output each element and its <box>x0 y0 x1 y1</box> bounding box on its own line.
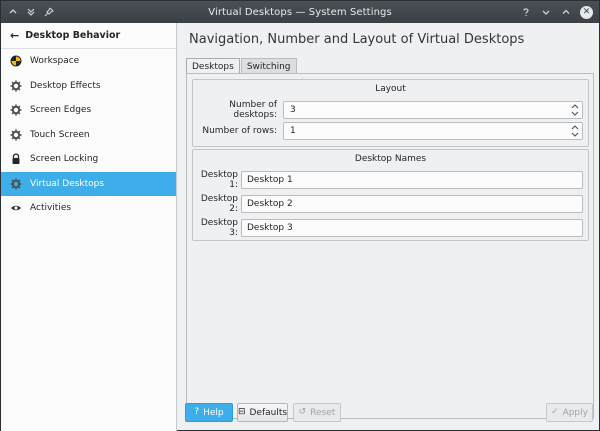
layout-group-title: Layout <box>375 84 406 94</box>
collapse-icon[interactable] <box>7 6 19 18</box>
sidebar-item-touch-screen[interactable]: Touch Screen <box>1 123 176 148</box>
sidebar-item-label: Activities <box>30 203 72 214</box>
gear-icon <box>10 129 22 141</box>
sidebar-item-screen-locking[interactable]: Screen Locking <box>1 147 176 172</box>
tab-desktops[interactable]: Desktops <box>186 58 240 74</box>
maximize-icon[interactable] <box>560 6 572 18</box>
layout-group: Layout Number of desktops: 3 Number of r… <box>192 79 589 147</box>
desktop-name-row: Desktop 3: Desktop 3 <box>197 218 583 238</box>
desktop-name-row: Desktop 1: Desktop 1 <box>197 170 583 190</box>
help-icon: ? <box>194 407 200 417</box>
titlebar-left-controls <box>7 1 55 23</box>
help-icon[interactable] <box>520 6 532 18</box>
titlebar-right-controls: ✕ <box>520 1 593 23</box>
page-title: Navigation, Number and Layout of Virtual… <box>189 32 525 47</box>
desktop-3-name-input[interactable]: Desktop 3 <box>241 219 583 237</box>
sidebar-item-label: Touch Screen <box>30 129 90 140</box>
minimize-icon[interactable] <box>540 6 552 18</box>
sidebar-item-label: Virtual Desktops <box>30 178 105 189</box>
spin-arrows-icon[interactable] <box>571 104 579 116</box>
help-button[interactable]: ? Help <box>185 403 233 422</box>
gear-icon <box>10 178 22 190</box>
activities-icon <box>10 202 22 214</box>
help-button-label: Help <box>203 407 224 418</box>
spin-arrows-icon[interactable] <box>571 125 579 137</box>
defaults-icon: ⊟ <box>237 407 246 417</box>
reset-icon: ↺ <box>298 407 307 417</box>
desktop-names-group: Desktop Names Desktop 1: Desktop 1 Deskt… <box>192 149 589 241</box>
defaults-button-label: Defaults <box>249 407 288 418</box>
sidebar-item-screen-edges[interactable]: Screen Edges <box>1 98 176 123</box>
apply-button[interactable]: ✓ Apply <box>546 403 593 422</box>
system-settings-window: Virtual Desktops — System Settings ✕ ← D… <box>0 0 600 431</box>
number-of-rows-row: Number of rows: 1 <box>193 122 588 140</box>
sidebar-item-label: Desktop Effects <box>30 80 101 91</box>
number-of-desktops-value: 3 <box>290 105 296 115</box>
defaults-button[interactable]: ⊟ Defaults <box>237 403 288 422</box>
number-of-rows-value: 1 <box>290 126 296 136</box>
number-of-desktops-spinbox[interactable]: 3 <box>283 101 583 119</box>
tab-bar: Desktops Switching <box>186 58 297 74</box>
sidebar-item-label: Screen Locking <box>30 154 99 165</box>
pin-icon[interactable] <box>43 6 55 18</box>
sidebar-header-title: Desktop Behavior <box>25 30 121 41</box>
desktop-1-label: Desktop 1: <box>200 170 238 190</box>
desktop-2-name-input[interactable]: Desktop 2 <box>241 195 583 213</box>
desktop-names-group-title: Desktop Names <box>354 154 427 164</box>
sidebar-item-virtual-desktops[interactable]: Virtual Desktops <box>1 171 176 196</box>
number-of-desktops-label: Number of desktops: <box>229 100 277 120</box>
sidebar-header[interactable]: ← Desktop Behavior <box>1 23 176 49</box>
sidebar-item-label: Workspace <box>30 56 80 67</box>
workspace-icon <box>10 55 22 67</box>
apply-icon: ✓ <box>551 407 559 417</box>
gear-icon <box>10 80 22 92</box>
back-arrow-icon[interactable]: ← <box>10 29 19 42</box>
number-of-rows-spinbox[interactable]: 1 <box>283 122 583 140</box>
sidebar-item-desktop-effects[interactable]: Desktop Effects <box>1 74 176 99</box>
tab-switching[interactable]: Switching <box>240 58 297 74</box>
close-icon[interactable]: ✕ <box>580 5 593 19</box>
lock-icon <box>10 153 22 165</box>
desktop-3-label: Desktop 3: <box>200 218 238 238</box>
sidebar-item-label: Screen Edges <box>30 105 92 116</box>
sidebar-item-workspace[interactable]: Workspace <box>1 49 176 74</box>
main-content: Navigation, Number and Layout of Virtual… <box>178 23 600 431</box>
sidebar: ← Desktop Behavior Workspace Desktop Eff… <box>1 23 177 431</box>
desktop-name-row: Desktop 2: Desktop 2 <box>197 194 583 214</box>
sidebar-item-activities[interactable]: Activities <box>1 196 176 221</box>
apply-button-label: Apply <box>562 407 588 418</box>
gear-icon <box>10 104 22 116</box>
keep-below-icon[interactable] <box>25 6 37 18</box>
reset-button-label: Reset <box>310 407 336 418</box>
tab-panel-desktops: Layout Number of desktops: 3 Number of r… <box>186 73 594 419</box>
desktop-2-label: Desktop 2: <box>200 194 238 214</box>
window-title: Virtual Desktops — System Settings <box>208 6 392 18</box>
title-bar[interactable]: Virtual Desktops — System Settings ✕ <box>1 1 599 23</box>
reset-button[interactable]: ↺ Reset <box>293 403 341 422</box>
number-of-rows-label: Number of rows: <box>202 126 277 136</box>
number-of-desktops-row: Number of desktops: 3 <box>193 100 588 120</box>
desktop-1-name-input[interactable]: Desktop 1 <box>241 171 583 189</box>
